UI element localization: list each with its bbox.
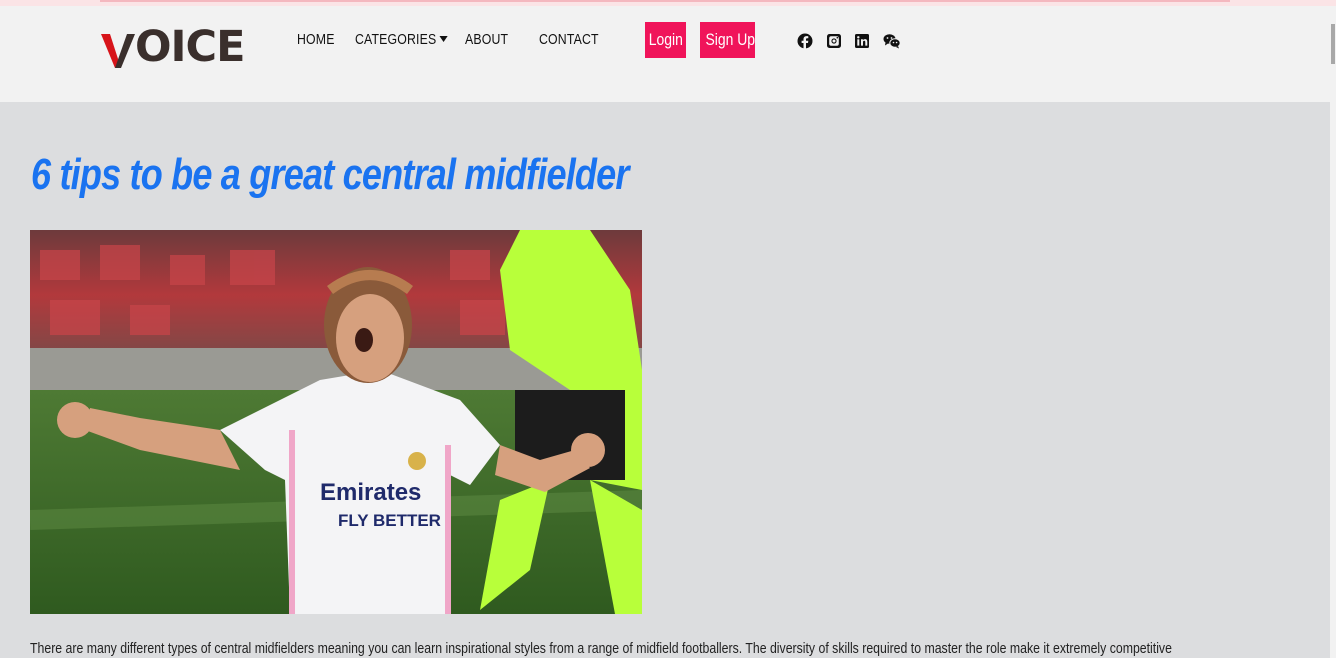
jersey-sponsor-text: Emirates [320,479,421,506]
nav-categories[interactable]: CATEGORIES [355,31,448,48]
signup-label: Sign Up [705,30,756,49]
site-logo[interactable]: OICE [101,22,245,72]
jersey-tagline-text: FLY BETTER [338,511,441,530]
article-hero-image: Emirates FLY BETTER [30,230,642,614]
login-label: Login [648,30,683,49]
logo-text: OICE [135,22,245,72]
article-title: 6 tips to be a great central midfielder [31,150,629,199]
caret-down-icon [439,36,448,42]
site-header: OICE HOME CATEGORIES ABOUT CONTACT Login… [0,6,1336,102]
nav-contact[interactable]: CONTACT [539,31,599,48]
wechat-icon[interactable] [883,33,901,49]
scrollbar[interactable] [1330,6,1336,658]
nav-about[interactable]: ABOUT [465,31,508,48]
facebook-icon[interactable] [797,33,813,49]
logo-v-mark [101,28,135,68]
article-body-paragraph: There are many different types of centra… [30,640,1172,657]
scrollbar-thumb[interactable] [1331,24,1335,64]
nav-categories-label: CATEGORIES [355,31,437,48]
login-button[interactable]: Login [645,22,686,58]
instagram-icon[interactable] [826,33,842,49]
top-accent-line [100,0,1230,2]
signup-button[interactable]: Sign Up [700,22,755,58]
nav-home[interactable]: HOME [297,31,335,48]
linkedin-icon[interactable] [854,33,870,49]
